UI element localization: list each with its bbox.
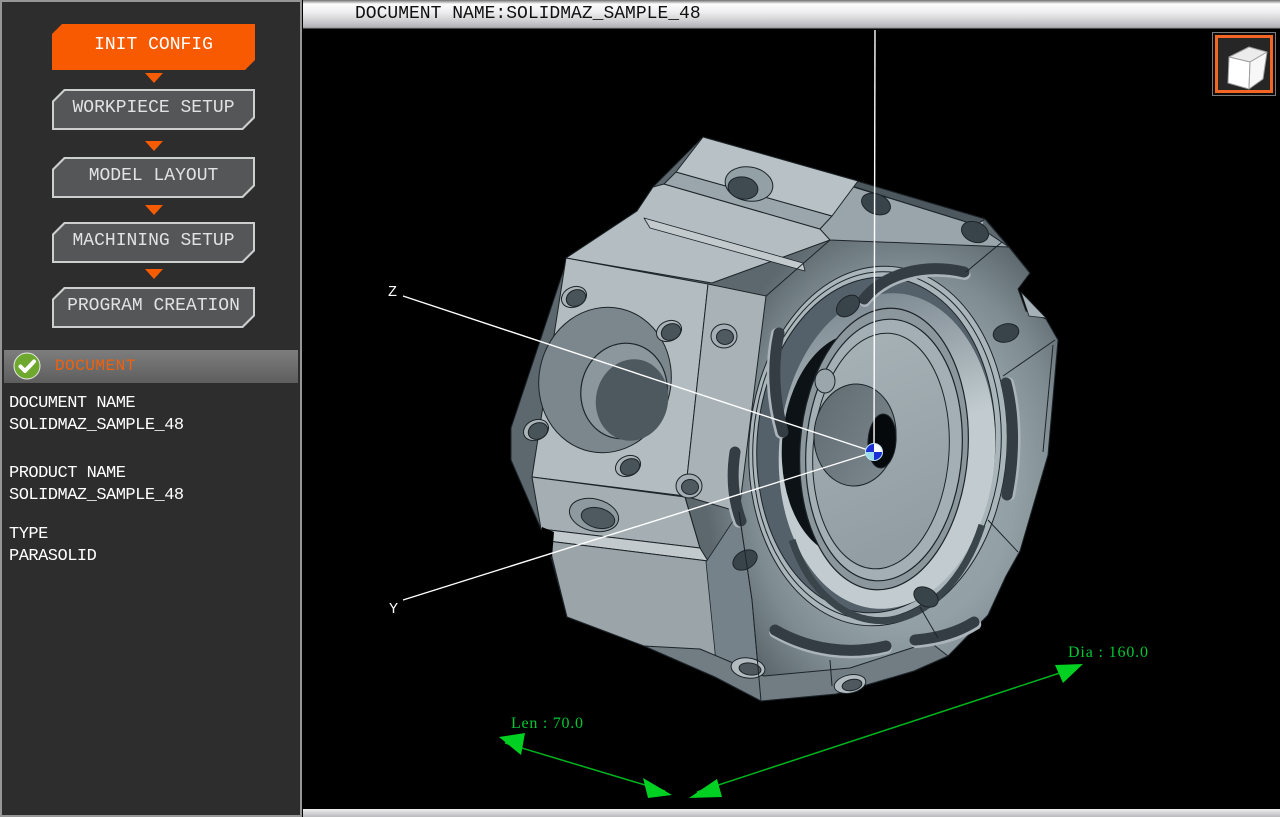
- svg-text:Len : 70.0: Len : 70.0: [511, 715, 583, 732]
- svg-text:Z: Z: [388, 284, 397, 301]
- svg-text:Dia : 160.0: Dia : 160.0: [1068, 644, 1148, 661]
- svg-text:Y: Y: [389, 601, 398, 618]
